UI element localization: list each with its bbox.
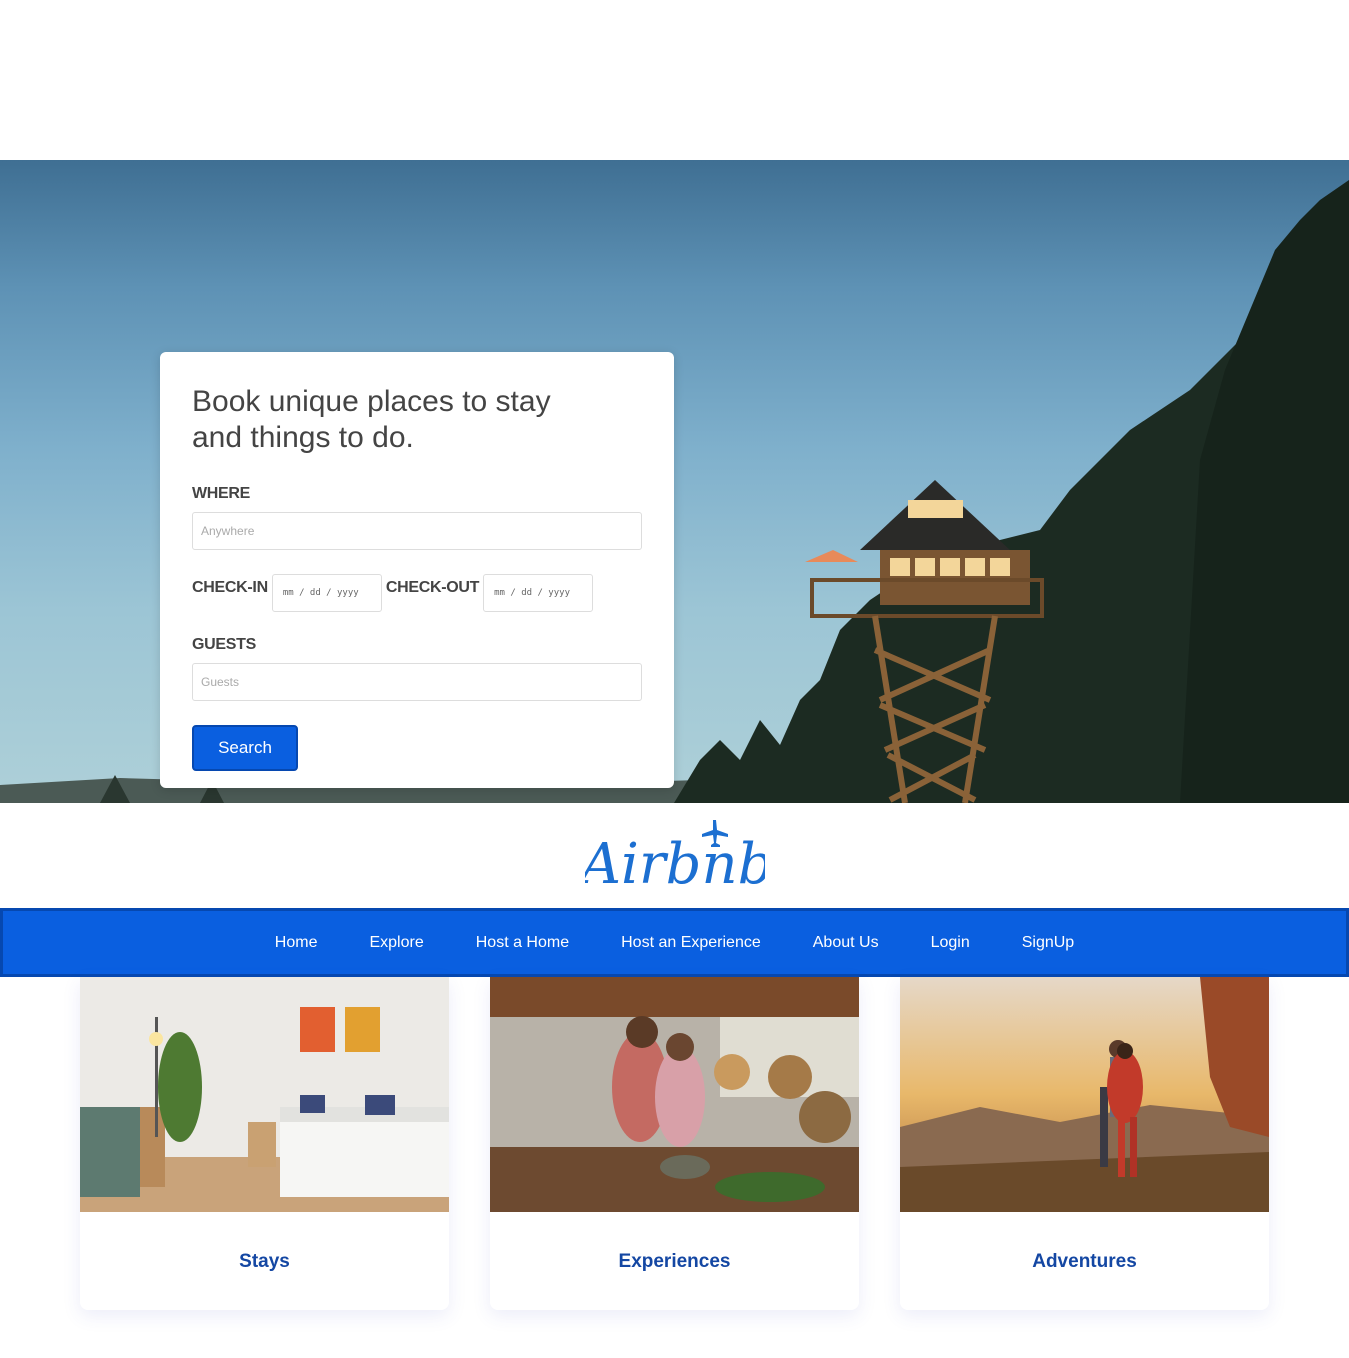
guests-label: GUESTS: [192, 636, 256, 653]
card-title-stays: Stays: [239, 1251, 290, 1272]
nav-signup[interactable]: SignUp: [1022, 934, 1074, 952]
nav-host-an-experience[interactable]: Host an Experience: [621, 934, 761, 952]
cooking-photo: [490, 977, 859, 1212]
dates-row: CHECK-IN mm / dd / yyyy CHECK-OUT mm / d…: [192, 574, 642, 612]
checkout-date-input[interactable]: mm / dd / yyyy: [483, 574, 594, 612]
card-adventures[interactable]: Adventures: [900, 977, 1269, 1310]
booking-card: Book unique places to stay and things to…: [160, 352, 674, 788]
logo-area: Airbnb: [0, 803, 1349, 908]
card-experiences[interactable]: Experiences: [490, 977, 859, 1310]
bedroom-photo: [80, 977, 449, 1212]
search-button[interactable]: Search: [192, 725, 298, 771]
category-cards: Stays Experiences Adventures: [0, 977, 1349, 1358]
where-input[interactable]: [192, 512, 642, 550]
nav-home[interactable]: Home: [275, 934, 318, 952]
nav-explore[interactable]: Explore: [369, 934, 423, 952]
svg-text:Airbnb: Airbnb: [585, 832, 765, 896]
card-title-experiences: Experiences: [618, 1251, 731, 1272]
guests-input[interactable]: [192, 663, 642, 701]
nav-login[interactable]: Login: [931, 934, 970, 952]
booking-title: Book unique places to stay and things to…: [192, 385, 551, 454]
nav-host-a-home[interactable]: Host a Home: [476, 934, 569, 952]
nav-about-us[interactable]: About Us: [813, 934, 879, 952]
checkin-label: CHECK-IN: [192, 579, 268, 596]
hero-section: Book unique places to stay and things to…: [0, 160, 1349, 803]
card-stays[interactable]: Stays: [80, 977, 449, 1310]
airbnb-logo[interactable]: Airbnb: [585, 816, 765, 896]
where-label: WHERE: [192, 485, 251, 502]
checkin-date-input[interactable]: mm / dd / yyyy: [271, 574, 382, 612]
card-title-adventures: Adventures: [1032, 1251, 1137, 1272]
top-whitespace: [0, 0, 1349, 160]
hiking-sunset-photo: [900, 977, 1269, 1212]
main-navbar: Home Explore Host a Home Host an Experie…: [0, 908, 1349, 977]
checkout-label: CHECK-OUT: [385, 579, 480, 596]
